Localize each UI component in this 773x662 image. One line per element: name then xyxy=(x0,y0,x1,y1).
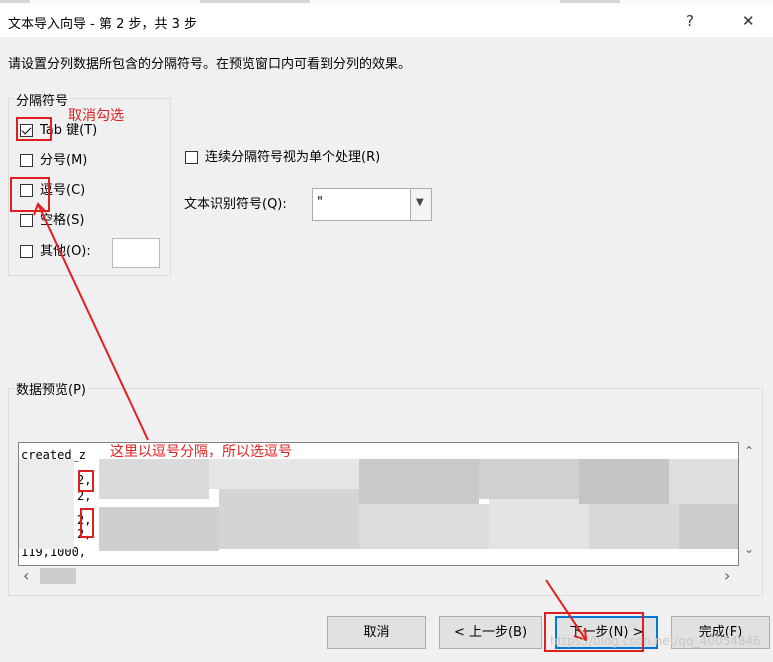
annotation-arrows xyxy=(33,202,588,642)
watermark: https://blog.csdn.net/qq_40054846 xyxy=(550,634,761,648)
annotation-arrow-comma xyxy=(37,203,149,441)
annotation-arrow-next xyxy=(545,579,587,641)
